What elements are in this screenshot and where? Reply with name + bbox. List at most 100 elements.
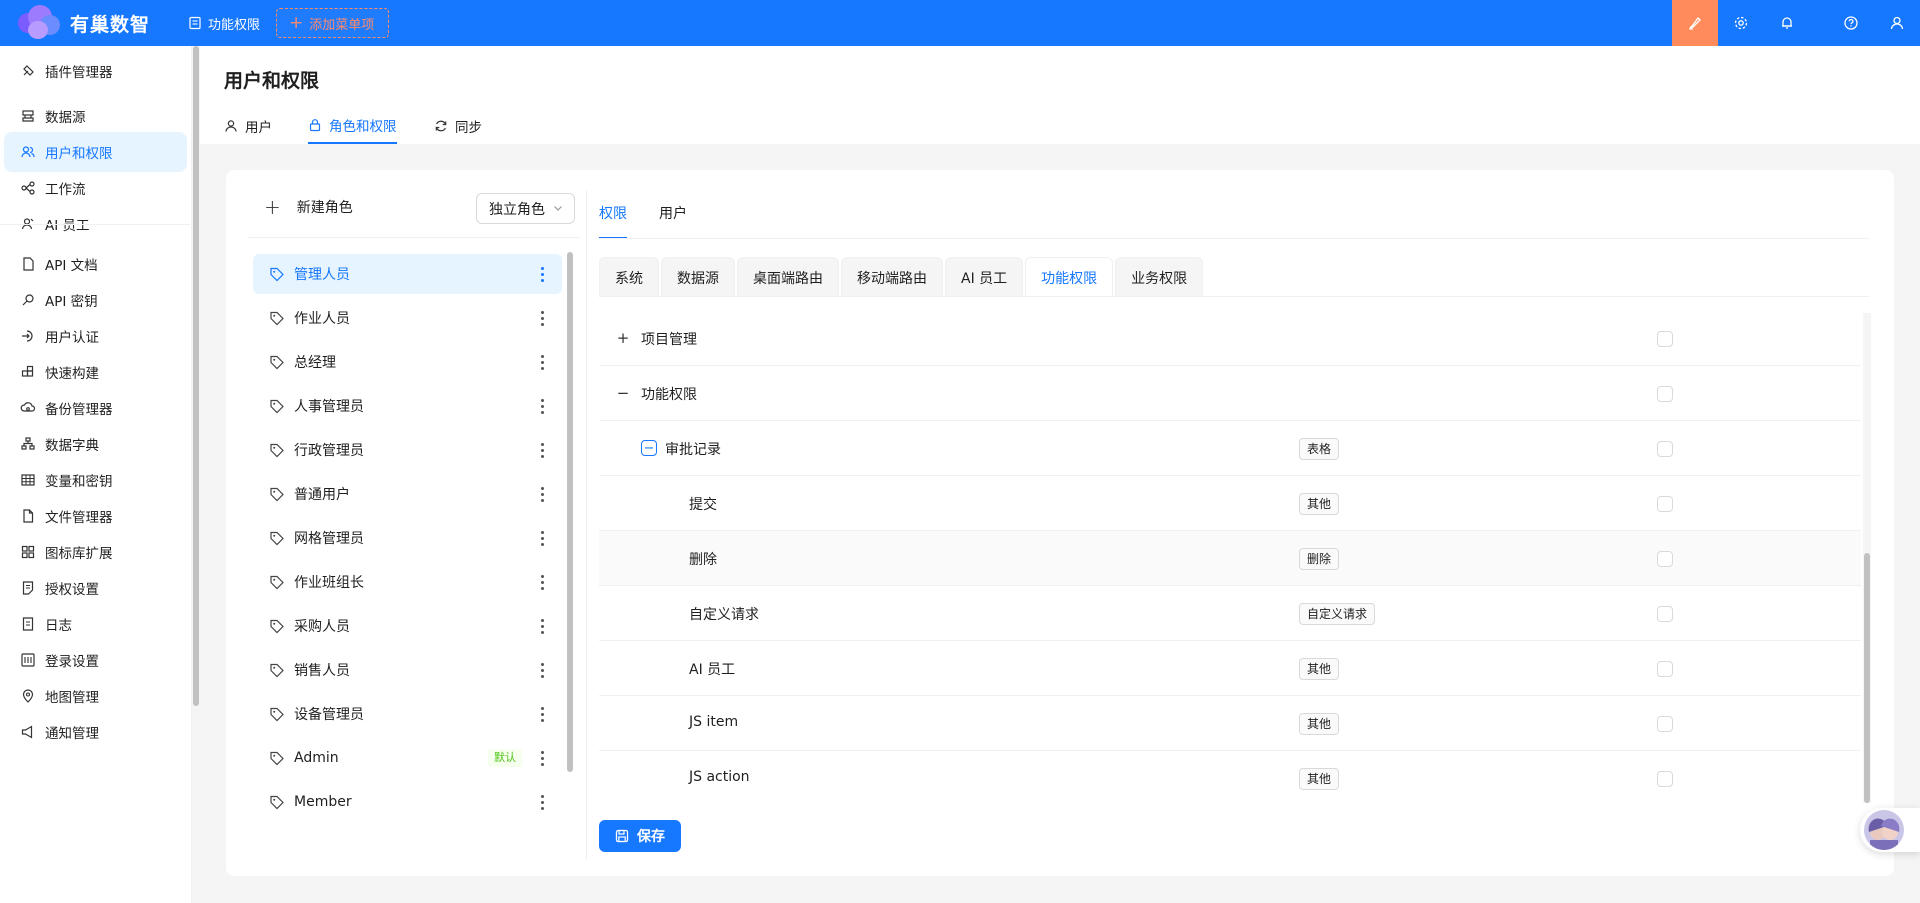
permission-checkbox[interactable] bbox=[1657, 771, 1673, 787]
tag-icon bbox=[269, 530, 285, 546]
more-actions-icon[interactable] bbox=[540, 528, 544, 548]
tag-icon bbox=[269, 354, 285, 370]
more-actions-icon[interactable] bbox=[540, 616, 544, 636]
expand-icon[interactable]: + bbox=[615, 329, 631, 347]
sidebar-item[interactable]: 图标库扩展 bbox=[4, 532, 187, 572]
ui-editor-button[interactable] bbox=[1672, 0, 1718, 46]
tab-users[interactable]: 用户 bbox=[224, 108, 272, 144]
save-button[interactable]: 保存 bbox=[599, 820, 681, 852]
role-name: 销售人员 bbox=[294, 663, 350, 679]
new-role-label: 新建角色 bbox=[296, 200, 353, 216]
sidebar-item[interactable]: API 文档 bbox=[4, 244, 187, 284]
more-actions-icon[interactable] bbox=[540, 572, 544, 592]
permission-checkbox[interactable] bbox=[1657, 606, 1673, 622]
role-list-item[interactable]: 总经理 bbox=[253, 342, 562, 382]
permission-category-tab[interactable]: 数据源 bbox=[661, 257, 735, 297]
logo[interactable]: 有巢数智 bbox=[16, 3, 166, 43]
role-list-item[interactable]: 人事管理员 bbox=[253, 386, 562, 426]
role-list-item[interactable]: Admin 默认 bbox=[253, 738, 562, 778]
permission-checkbox[interactable] bbox=[1657, 551, 1673, 567]
tab-roles-permissions[interactable]: 角色和权限 bbox=[308, 108, 397, 144]
role-mode-select[interactable]: 独立角色 bbox=[476, 193, 575, 224]
permission-category-tab[interactable]: 移动端路由 bbox=[841, 257, 943, 297]
settings-button[interactable] bbox=[1718, 0, 1764, 46]
sidebar-item[interactable]: 通知管理 bbox=[4, 712, 187, 752]
ai-assistant-button[interactable] bbox=[1860, 808, 1920, 852]
role-list-item[interactable]: 行政管理员 bbox=[253, 430, 562, 470]
sidebar-item-label: 工作流 bbox=[45, 182, 86, 198]
role-list-item[interactable]: 采购人员 bbox=[253, 606, 562, 646]
sidebar-item[interactable]: 日志 bbox=[4, 604, 187, 644]
more-actions-icon[interactable] bbox=[540, 308, 544, 328]
grid-icon bbox=[20, 544, 36, 560]
role-list-item[interactable]: 销售人员 bbox=[253, 650, 562, 690]
permission-table-scrollbar[interactable] bbox=[1863, 313, 1871, 803]
permission-category-tab[interactable]: AI 员工 bbox=[945, 257, 1024, 297]
help-button[interactable] bbox=[1828, 0, 1874, 46]
tab-role-users[interactable]: 用户 bbox=[659, 203, 687, 239]
permission-checkbox[interactable] bbox=[1657, 661, 1673, 677]
plus-icon: + bbox=[289, 12, 304, 33]
sidebar-item[interactable]: 文件管理器 bbox=[4, 496, 187, 536]
role-list-item[interactable]: 作业班组长 bbox=[253, 562, 562, 602]
tab-permissions[interactable]: 权限 bbox=[599, 203, 627, 239]
role-list-item[interactable]: 作业人员 bbox=[253, 298, 562, 338]
role-list-item[interactable]: Member bbox=[253, 782, 562, 822]
sidebar-item[interactable]: 数据源 bbox=[4, 96, 187, 136]
permission-category-tab[interactable]: 业务权限 bbox=[1115, 257, 1204, 297]
permission-category-tab[interactable]: 系统 bbox=[599, 257, 659, 297]
more-actions-icon[interactable] bbox=[540, 792, 544, 812]
tag-icon bbox=[269, 442, 285, 458]
sidebar-scrollbar[interactable] bbox=[193, 46, 199, 706]
permission-category-tab[interactable]: 桌面端路由 bbox=[737, 257, 839, 297]
more-actions-icon[interactable] bbox=[540, 396, 544, 416]
sidebar-item[interactable]: 用户和权限 bbox=[4, 132, 187, 172]
more-actions-icon[interactable] bbox=[540, 264, 544, 284]
role-list-item[interactable]: 管理人员 bbox=[253, 254, 562, 294]
permission-checkbox[interactable] bbox=[1657, 386, 1673, 402]
sidebar-item[interactable]: 地图管理 bbox=[4, 676, 187, 716]
sidebar-item[interactable]: 变量和密钥 bbox=[4, 460, 187, 500]
permission-checkbox[interactable] bbox=[1657, 716, 1673, 732]
tag-icon bbox=[269, 266, 285, 282]
ai-avatar-icon bbox=[1864, 810, 1904, 850]
sidebar-item-label: 用户认证 bbox=[45, 330, 99, 346]
sidebar-item[interactable]: 插件管理器 bbox=[4, 51, 187, 91]
more-actions-icon[interactable] bbox=[540, 704, 544, 724]
permission-checkbox[interactable] bbox=[1657, 331, 1673, 347]
permission-checkbox[interactable] bbox=[1657, 496, 1673, 512]
add-menu-item-button[interactable]: + 添加菜单项 bbox=[276, 8, 390, 38]
tab-sync[interactable]: 同步 bbox=[434, 108, 482, 144]
role-list-item[interactable]: 设备管理员 bbox=[253, 694, 562, 734]
notifications-button[interactable] bbox=[1764, 0, 1810, 46]
sidebar-item[interactable]: 数据字典 bbox=[4, 424, 187, 464]
sidebar-item-label: 日志 bbox=[45, 618, 72, 634]
permission-row: 提交 其他 bbox=[599, 476, 1861, 531]
role-list-item[interactable]: 普通用户 bbox=[253, 474, 562, 514]
more-actions-icon[interactable] bbox=[540, 660, 544, 680]
more-actions-icon[interactable] bbox=[540, 748, 544, 768]
user-menu-button[interactable] bbox=[1874, 0, 1920, 46]
sidebar-item[interactable]: 授权设置 bbox=[4, 568, 187, 608]
role-list-scrollbar[interactable] bbox=[567, 252, 573, 772]
collapse-icon[interactable]: − bbox=[615, 384, 631, 402]
sidebar-item[interactable]: 备份管理器 bbox=[4, 388, 187, 428]
role-list-item[interactable]: 网格管理员 bbox=[253, 518, 562, 558]
more-actions-icon[interactable] bbox=[540, 440, 544, 460]
sidebar-item[interactable]: 用户认证 bbox=[4, 316, 187, 356]
top-menu-function-permissions[interactable]: 功能权限 bbox=[188, 0, 260, 46]
permission-checkbox[interactable] bbox=[1657, 441, 1673, 457]
permission-category-tab[interactable]: 功能权限 bbox=[1025, 257, 1114, 297]
more-actions-icon[interactable] bbox=[540, 484, 544, 504]
collapse-icon[interactable]: − bbox=[641, 440, 657, 456]
tag-icon bbox=[269, 618, 285, 634]
new-role-button[interactable]: + 新建角色 bbox=[264, 191, 353, 223]
more-actions-icon[interactable] bbox=[540, 352, 544, 372]
sidebar-item[interactable]: 快速构建 bbox=[4, 352, 187, 392]
log-icon bbox=[20, 616, 36, 632]
table-icon bbox=[20, 472, 36, 488]
sidebar-item[interactable]: 工作流 bbox=[4, 168, 187, 208]
default-badge: 默认 bbox=[488, 749, 522, 767]
sidebar-item[interactable]: 登录设置 bbox=[4, 640, 187, 680]
sidebar-item[interactable]: API 密钥 bbox=[4, 280, 187, 320]
